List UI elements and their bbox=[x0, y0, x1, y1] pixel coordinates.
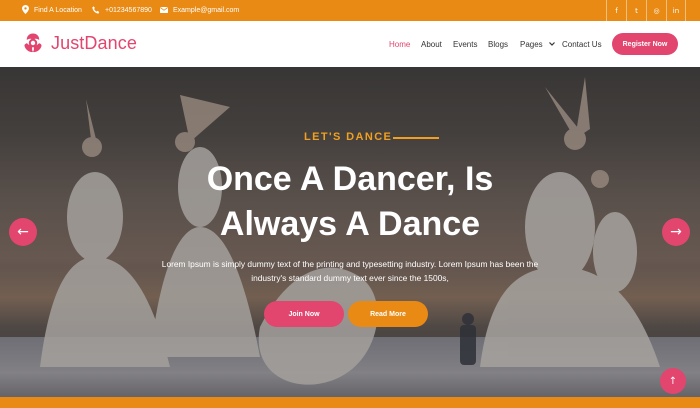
phone-info[interactable]: +01234567890 bbox=[92, 0, 152, 21]
brand-logo-icon bbox=[24, 33, 42, 53]
phone-icon bbox=[92, 5, 100, 16]
nav-item-blogs[interactable]: Blogs bbox=[488, 40, 508, 49]
nav-item-home[interactable]: Home bbox=[389, 40, 410, 49]
hero-description-line-1: Lorem Ipsum is simply dummy text of the … bbox=[161, 259, 539, 269]
nav-item-contact[interactable]: Contact Us bbox=[562, 40, 602, 49]
hero-headline: Once A Dancer, Is Always A Dance bbox=[150, 157, 550, 247]
location-info[interactable]: Find A Location bbox=[22, 0, 82, 21]
email-info[interactable]: Example@gmail.com bbox=[160, 0, 239, 21]
phone-text: +01234567890 bbox=[105, 7, 152, 14]
brand-name: JustDance bbox=[51, 32, 137, 53]
linkedin-icon[interactable]: in bbox=[666, 0, 686, 21]
nav-item-pages[interactable]: Pages bbox=[520, 40, 555, 49]
slider-next-arrow-icon[interactable]: → bbox=[662, 218, 690, 246]
hero-slider: LET'S DANCE Once A Dancer, Is Always A D… bbox=[0, 67, 700, 397]
email-text: Example@gmail.com bbox=[173, 7, 240, 14]
read-more-button[interactable]: Read More bbox=[348, 301, 428, 327]
hero-kicker: LET'S DANCE bbox=[304, 131, 393, 143]
top-info-bar: Find A Location +01234567890 Example@gma… bbox=[0, 0, 700, 21]
join-now-button[interactable]: Join Now bbox=[264, 301, 344, 327]
hero-headline-line-2: Always A Dance bbox=[219, 205, 481, 243]
twitter-icon[interactable]: t bbox=[626, 0, 646, 21]
nav-item-about[interactable]: About bbox=[421, 40, 442, 49]
chevron-down-icon bbox=[548, 42, 555, 47]
back-to-top-arrow-icon[interactable]: ↑ bbox=[660, 368, 686, 394]
main-navbar: JustDance Home About Events Blogs Pages … bbox=[0, 21, 700, 67]
social-links: f t ◎ in bbox=[606, 0, 686, 21]
bottom-accent-bar bbox=[0, 397, 700, 408]
nav-item-events[interactable]: Events bbox=[453, 40, 477, 49]
hero-description: Lorem Ipsum is simply dummy text of the … bbox=[140, 257, 560, 285]
register-now-button[interactable]: Register Now bbox=[612, 33, 678, 55]
slider-prev-arrow-icon[interactable]: ← bbox=[9, 218, 37, 246]
instagram-icon[interactable]: ◎ bbox=[646, 0, 666, 21]
nav-item-pages-label: Pages bbox=[520, 39, 543, 49]
map-pin-icon bbox=[22, 5, 29, 16]
kicker-divider-line bbox=[393, 137, 439, 139]
hero-headline-line-1: Once A Dancer, Is bbox=[206, 160, 494, 198]
envelope-icon bbox=[160, 6, 168, 15]
facebook-icon[interactable]: f bbox=[606, 0, 626, 21]
hero-description-line-2: industry's standard dummy text ever sinc… bbox=[251, 273, 449, 283]
location-text: Find A Location bbox=[34, 7, 82, 14]
brand-logo-link[interactable]: JustDance bbox=[22, 32, 137, 54]
